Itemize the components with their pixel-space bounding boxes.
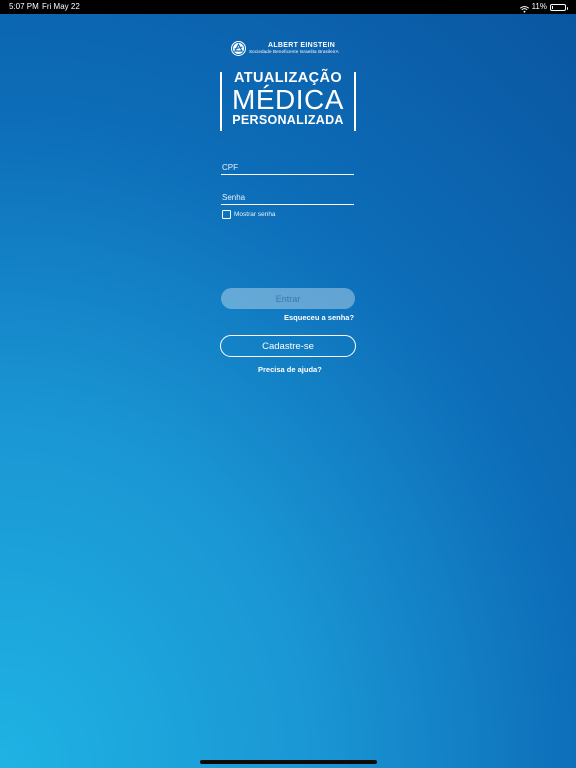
senha-field-wrapper <box>221 187 354 206</box>
home-indicator[interactable] <box>200 760 377 764</box>
enter-button[interactable]: Entrar <box>221 288 355 309</box>
app-title: ATUALIZAÇÃO MÉDICA PERSONALIZADA <box>220 71 356 131</box>
title-line-2: MÉDICA <box>232 84 344 115</box>
status-right: 11% <box>519 0 568 14</box>
forgot-password-link[interactable]: Esqueceu a senha? <box>284 313 354 322</box>
cpf-field-wrapper <box>221 157 354 176</box>
help-link[interactable]: Precisa de ajuda? <box>258 365 322 374</box>
battery-text: 11% <box>531 2 547 11</box>
status-date: Fri May 22 <box>42 2 80 11</box>
battery-icon <box>550 3 568 11</box>
brand-name: ALBERT EINSTEIN <box>268 42 336 50</box>
password-input[interactable] <box>221 189 354 206</box>
title-line-3: PERSONALIZADA <box>232 113 344 127</box>
battery-fill <box>552 5 553 9</box>
brand-logo: ALBERT EINSTEIN Sociedade Beneficente Is… <box>231 41 339 56</box>
show-password-label: Mostrar senha <box>234 211 276 218</box>
wifi-icon <box>519 4 529 13</box>
register-button[interactable]: Cadastre-se <box>220 335 356 357</box>
status-bar: 5:07 PM Fri May 22 11% <box>0 0 576 14</box>
show-password-toggle[interactable]: Mostrar senha <box>222 210 276 219</box>
show-password-checkbox[interactable] <box>222 210 231 219</box>
brand-text: ALBERT EINSTEIN Sociedade Beneficente Is… <box>249 42 339 55</box>
status-time: 5:07 PM <box>9 2 39 11</box>
einstein-logo-icon <box>231 41 246 56</box>
cpf-input[interactable] <box>221 159 354 176</box>
brand-subtitle: Sociedade Beneficente Israelita Brasilei… <box>249 49 339 55</box>
